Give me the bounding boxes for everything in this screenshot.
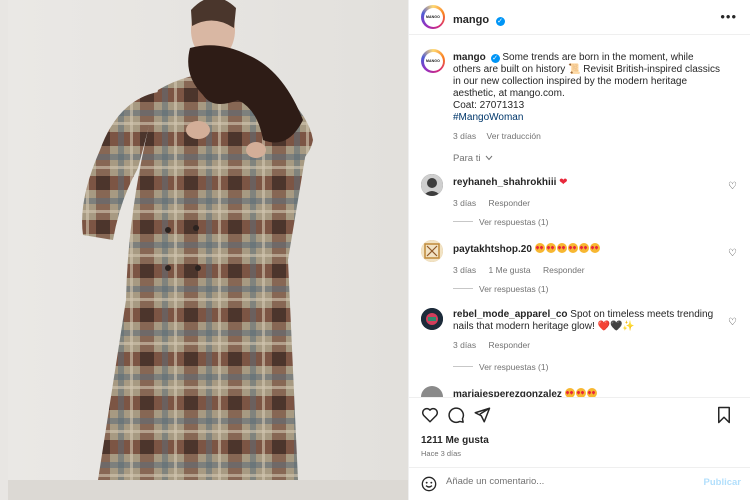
filter-label: Para ti — [453, 153, 481, 164]
view-replies[interactable]: Ver respuestas (1) — [453, 362, 548, 372]
post-caption: mango ✓ Some trends are born in the mome… — [453, 52, 723, 142]
view-replies[interactable]: Ver respuestas (1) — [453, 217, 548, 227]
comment-body: mariajesperezgonzalez — [453, 388, 715, 397]
caption-age: 3 días — [453, 131, 477, 141]
emoji-icon[interactable] — [421, 476, 437, 492]
comment-username[interactable]: reyhaneh_shahrokhiii — [453, 177, 556, 188]
account-username[interactable]: mango — [453, 14, 489, 26]
avatar-logo: MANGO — [423, 7, 443, 27]
verified-icon: ✓ — [490, 54, 500, 63]
comment-avatar[interactable] — [421, 386, 443, 397]
share-icon[interactable] — [473, 406, 491, 424]
view-replies-label: Ver respuestas (1) — [479, 362, 549, 372]
view-replies[interactable]: Ver respuestas (1) — [453, 284, 548, 294]
avatar-photo — [421, 308, 443, 330]
comment-avatar[interactable] — [421, 174, 443, 196]
view-replies-label: Ver respuestas (1) — [479, 284, 549, 294]
post-header: MANGO mango ✓ ••• — [409, 0, 750, 35]
caption-meta: 3 días Ver traducción — [453, 130, 723, 142]
caption-coat: Coat: 27071313 — [453, 100, 525, 111]
translate-link[interactable]: Ver traducción — [487, 131, 541, 141]
reply-button[interactable]: Responder — [489, 340, 531, 350]
chevron-down-icon — [485, 155, 493, 161]
action-bar: 1211 Me gusta Hace 3 días — [409, 397, 750, 468]
avatar-photo — [421, 240, 443, 262]
comment-age: 3 días — [453, 198, 477, 208]
bookmark-icon[interactable] — [715, 406, 733, 424]
caption-hashtag[interactable]: #MangoWoman — [453, 112, 523, 123]
comment-username[interactable]: paytakhtshop.20 — [453, 244, 532, 255]
comment-body: rebel_mode_apparel_co Spot on timeless m… — [453, 309, 715, 351]
coat-photo — [8, 0, 408, 500]
reply-button[interactable]: Responder — [543, 265, 585, 275]
post-media[interactable] — [0, 0, 408, 500]
comment-filter[interactable]: Para ti — [453, 153, 493, 164]
comment-age: 3 días — [453, 265, 477, 275]
comment-avatar[interactable] — [421, 240, 443, 262]
comment-meta: 3 días Responder — [453, 339, 715, 351]
comment-avatar[interactable] — [421, 308, 443, 330]
comment-like-icon[interactable]: ♡ — [728, 181, 737, 192]
comment-username[interactable]: mariajesperezgonzalez — [453, 389, 562, 397]
comment-icon[interactable] — [447, 406, 465, 424]
heart-eyes-emojis — [564, 388, 598, 397]
comments-scroll[interactable]: MANGO mango ✓ Some trends are born in th… — [409, 35, 750, 397]
comment-like-icon[interactable]: ♡ — [728, 317, 737, 328]
caption-avatar-logo: MANGO — [423, 51, 443, 71]
verified-icon: ✓ — [495, 17, 505, 26]
view-replies-label: Ver respuestas (1) — [479, 217, 549, 227]
reply-button[interactable]: Responder — [489, 198, 531, 208]
like-count[interactable]: 1211 Me gusta — [421, 435, 489, 446]
comment-meta: 3 días Responder — [453, 197, 715, 209]
post-panel: MANGO mango ✓ ••• MANGO mango ✓ Some tre… — [408, 0, 750, 500]
account-avatar[interactable]: MANGO — [421, 5, 445, 29]
replies-divider — [453, 221, 473, 222]
comment-like-icon[interactable]: ♡ — [728, 248, 737, 259]
red-heart-emoji: ❤ — [559, 177, 568, 188]
comment-likes[interactable]: 1 Me gusta — [489, 265, 531, 275]
heart-eyes-emojis — [534, 243, 601, 255]
publish-button[interactable]: Publicar — [704, 477, 742, 488]
comment-age: 3 días — [453, 340, 477, 350]
replies-divider — [453, 288, 473, 289]
caption-username[interactable]: mango — [453, 52, 486, 63]
avatar-photo — [421, 174, 443, 196]
comment-body: paytakhtshop.20 3 días 1 Me gusta Respon… — [453, 243, 715, 276]
caption-avatar[interactable]: MANGO — [421, 49, 445, 73]
post-image — [8, 0, 408, 500]
post-age: Hace 3 días — [421, 449, 462, 458]
comment-body: reyhaneh_shahrokhiii ❤ 3 días Responder — [453, 177, 715, 209]
replies-divider — [453, 366, 473, 367]
comment-input[interactable] — [446, 476, 686, 487]
comment-meta: 3 días 1 Me gusta Responder — [453, 264, 715, 276]
more-icon[interactable]: ••• — [720, 9, 737, 24]
heart-icon[interactable] — [421, 406, 439, 424]
comment-username[interactable]: rebel_mode_apparel_co — [453, 309, 568, 320]
add-comment-bar: Publicar — [409, 467, 750, 501]
